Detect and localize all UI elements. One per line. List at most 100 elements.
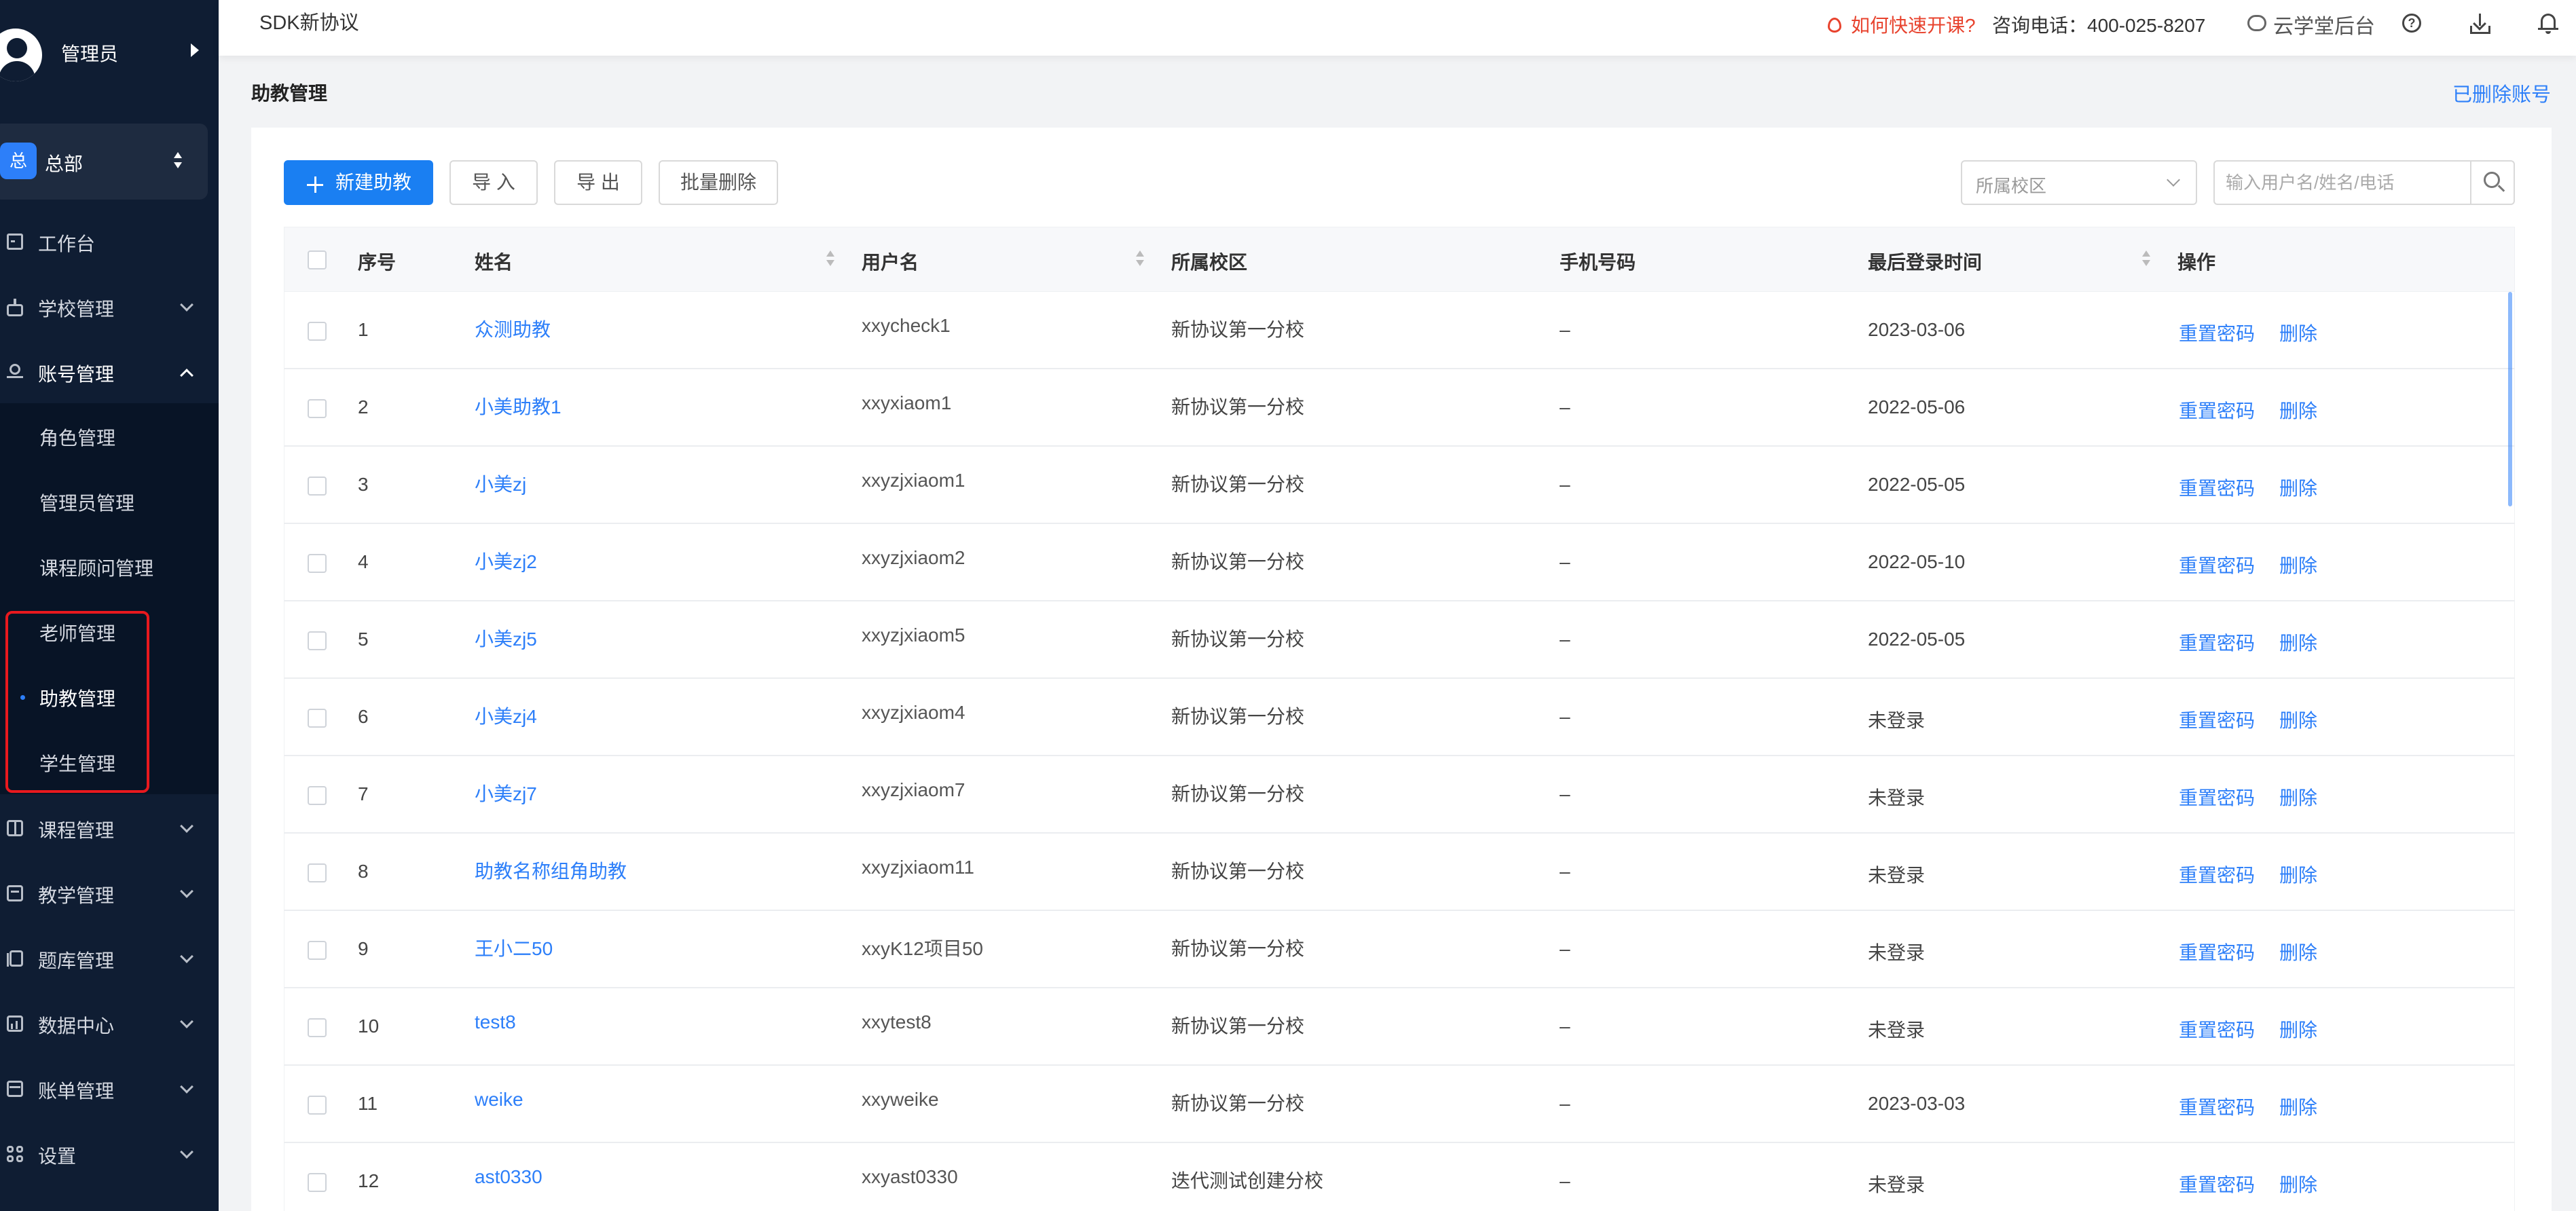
cell-username: xxytest8 [862,1011,932,1032]
user-menu[interactable]: 管理员 [0,0,219,102]
table-row: 10 test8 xxytest8 新协议第一分校 – 未登录 重置密码 删除 [284,988,2515,1066]
sort-icon[interactable] [825,250,836,269]
cell-campus: 新协议第一分校 [1171,474,1305,495]
delete-button[interactable]: 删除 [2279,938,2317,965]
cell-name-link[interactable]: 小美zj [475,470,526,497]
cell-index: 11 [358,1093,378,1114]
sidebar-item-school[interactable]: 学校管理 [0,274,219,339]
submenu-item[interactable]: 管理员管理 [0,468,219,534]
table-row: 8 助教名称组角助教 xxyzjxiaom11 新协议第一分校 – 未登录 重置密码 删除 [284,834,2515,911]
batch-delete-button[interactable]: 批量删除 [659,160,778,205]
reset-password-button[interactable]: 重置密码 [2179,1016,2255,1043]
cell-name-link[interactable]: 小美zj4 [475,702,537,729]
sidebar-item-data-center[interactable]: 数据中心 [0,991,219,1056]
reset-password-button[interactable]: 重置密码 [2179,319,2255,346]
cell-phone: – [1560,861,1570,882]
sidebar-item-bill[interactable]: 账单管理 [0,1056,219,1121]
row-checkbox[interactable] [308,1018,327,1037]
delete-button[interactable]: 删除 [2279,319,2317,346]
cell-campus: 新协议第一分校 [1171,319,1305,340]
sidebar-item-account[interactable]: 账号管理 [0,339,219,405]
delete-button[interactable]: 删除 [2279,629,2317,656]
row-checkbox[interactable] [308,1096,327,1115]
reset-password-button[interactable]: 重置密码 [2179,706,2255,733]
cell-last-login: 2022-05-05 [1868,629,1966,650]
cell-name-link[interactable]: 小美zj7 [475,779,537,806]
reset-password-button[interactable]: 重置密码 [2179,1093,2255,1120]
row-checkbox[interactable] [308,399,327,418]
sort-icon[interactable] [1135,250,1145,269]
row-checkbox[interactable] [308,941,327,960]
sidebar-item-label: 教学管理 [38,885,115,906]
sort-icon[interactable] [2141,250,2152,269]
delete-button[interactable]: 删除 [2279,706,2317,733]
submenu-item[interactable]: 课程顾问管理 [0,534,219,599]
row-checkbox[interactable] [308,863,327,882]
download-icon[interactable] [2470,14,2490,34]
fast-start-link[interactable]: 如何快速开课? [1851,11,1976,38]
reset-password-button[interactable]: 重置密码 [2179,861,2255,888]
table-row: 6 小美zj4 xxyzjxiaom4 新协议第一分校 – 未登录 重置密码 删除 [284,679,2515,756]
help-icon[interactable]: ? [2402,14,2421,33]
row-checkbox[interactable] [308,322,327,341]
sidebar-item-teaching[interactable]: 教学管理 [0,861,219,926]
table-scrollbar[interactable] [2508,292,2512,506]
row-checkbox[interactable] [308,631,327,650]
row-checkbox[interactable] [308,786,327,805]
row-checkbox[interactable] [308,1173,327,1192]
cell-last-login: 2022-05-06 [1868,396,1966,417]
submenu-item[interactable]: 角色管理 [0,403,219,468]
reset-password-button[interactable]: 重置密码 [2179,1170,2255,1197]
backend-link[interactable]: 云学堂后台 [2273,10,2375,39]
header-phone: 手机号码 [1560,252,1636,273]
campus-select[interactable]: 所属校区 [1961,160,2197,205]
delete-button[interactable]: 删除 [2279,783,2317,811]
row-checkbox[interactable] [308,709,327,728]
select-all-checkbox[interactable] [308,250,327,269]
new-assistant-button[interactable]: 新建助教 [284,160,433,205]
cell-name-link[interactable]: ast0330 [475,1166,542,1188]
cell-last-login: 未登录 [1868,787,1926,808]
sidebar-item-settings[interactable]: 设置 [0,1121,219,1187]
delete-button[interactable]: 删除 [2279,1170,2317,1197]
cell-phone: – [1560,1093,1570,1114]
teaching-icon [7,885,24,903]
cell-username: xxyzjxiaom5 [862,625,965,646]
cell-name-link[interactable]: 小美助教1 [475,392,562,420]
reset-password-button[interactable]: 重置密码 [2179,551,2255,578]
deleted-accounts-link[interactable]: 已删除账号 [2452,79,2551,107]
cell-name-link[interactable]: 众测助教 [475,315,551,342]
sidebar-item-question-bank[interactable]: 题库管理 [0,926,219,991]
cell-name-link[interactable]: 助教名称组角助教 [475,857,627,884]
cell-name-link[interactable]: test8 [475,1011,516,1033]
delete-button[interactable]: 删除 [2279,1016,2317,1043]
cell-name-link[interactable]: 小美zj2 [475,547,537,574]
delete-button[interactable]: 删除 [2279,551,2317,578]
sidebar-item-course[interactable]: 课程管理 [0,796,219,861]
delete-button[interactable]: 删除 [2279,474,2317,501]
org-switcher[interactable]: 总 总部 [0,124,208,200]
reset-password-button[interactable]: 重置密码 [2179,474,2255,501]
org-badge: 总 [0,143,37,179]
row-checkbox[interactable] [308,554,327,573]
reset-password-button[interactable]: 重置密码 [2179,629,2255,656]
reset-password-button[interactable]: 重置密码 [2179,938,2255,965]
search-button[interactable] [2470,160,2515,205]
cell-username: xxyzjxiaom7 [862,779,965,800]
delete-button[interactable]: 删除 [2279,861,2317,888]
sidebar-item-dashboard[interactable]: 工作台 [0,209,219,274]
reset-password-button[interactable]: 重置密码 [2179,396,2255,424]
bell-icon[interactable] [2538,12,2558,34]
import-button[interactable]: 导 入 [449,160,538,205]
cell-name-link[interactable]: weike [475,1089,523,1111]
row-checkbox[interactable] [308,477,327,496]
delete-button[interactable]: 删除 [2279,1093,2317,1120]
sidebar-item-label: 课程管理 [38,820,115,841]
cell-name-link[interactable]: 王小二50 [475,934,553,961]
chevron-down-icon [180,1080,194,1094]
cell-name-link[interactable]: 小美zj5 [475,625,537,652]
delete-button[interactable]: 删除 [2279,396,2317,424]
reset-password-button[interactable]: 重置密码 [2179,783,2255,811]
search-input[interactable] [2226,170,2457,195]
export-button[interactable]: 导 出 [554,160,642,205]
